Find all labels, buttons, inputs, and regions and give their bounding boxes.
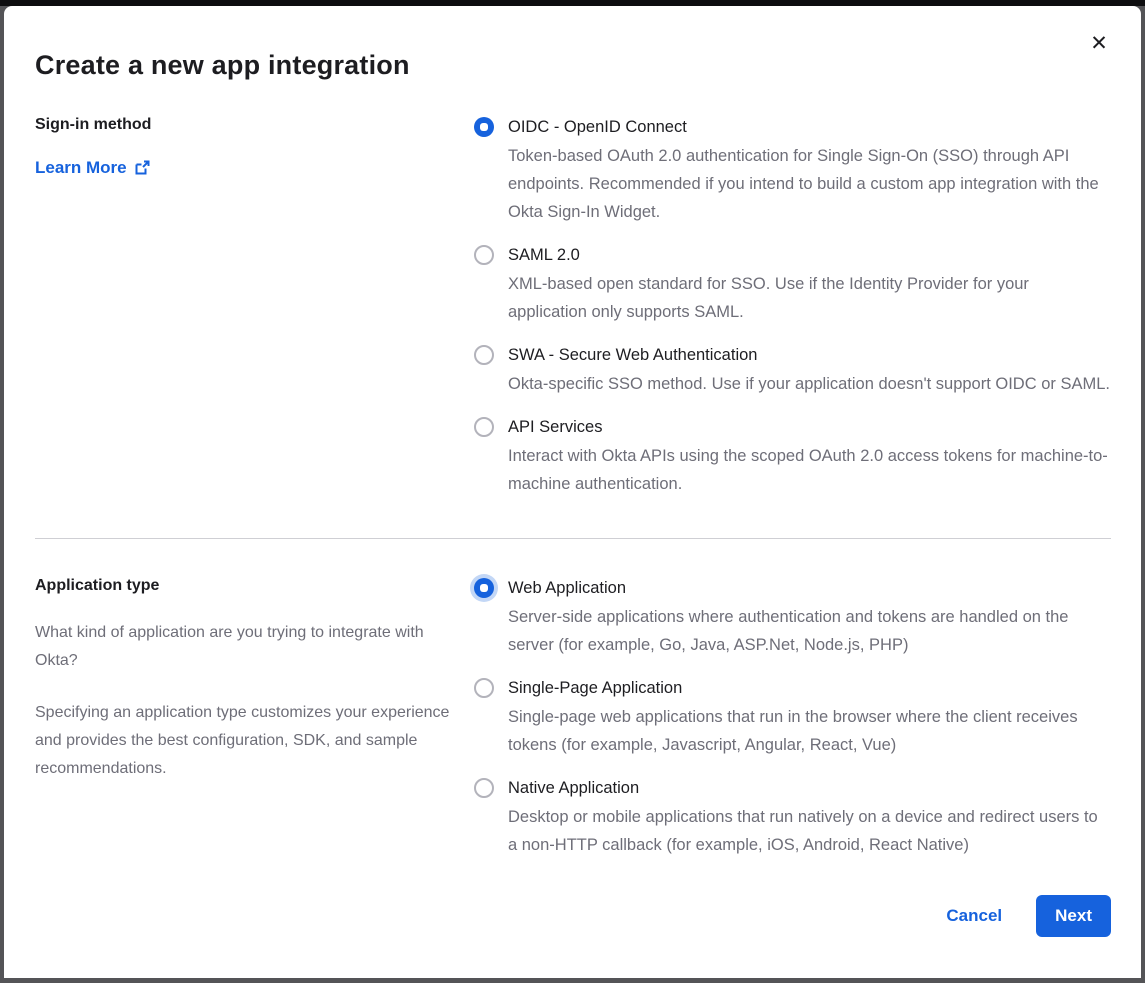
radio-selected-icon[interactable] xyxy=(474,578,494,598)
learn-more-link[interactable]: Learn More xyxy=(35,158,150,178)
create-app-integration-dialog: ✕ Create a new app integration Sign-in m… xyxy=(4,6,1141,978)
radio-option-label[interactable]: Web Application xyxy=(508,575,1111,601)
close-icon[interactable]: ✕ xyxy=(1083,28,1115,60)
radio-option-description: Server-side applications where authentic… xyxy=(508,603,1111,659)
application-type-label: Application type xyxy=(35,577,454,595)
radio-option-description: Token-based OAuth 2.0 authentication for… xyxy=(508,142,1111,226)
application-type-section: Application type What kind of applicatio… xyxy=(35,575,1111,859)
radio-option-oidc[interactable]: OIDC - OpenID Connect Token-based OAuth … xyxy=(474,114,1111,226)
radio-option-swa[interactable]: SWA - Secure Web Authentication Okta-spe… xyxy=(474,342,1111,398)
radio-option-label[interactable]: OIDC - OpenID Connect xyxy=(508,114,1111,140)
application-type-options: Web Application Server-side applications… xyxy=(474,575,1111,859)
application-type-help-text-2: Specifying an application type customize… xyxy=(35,699,454,783)
learn-more-label: Learn More xyxy=(35,158,127,178)
radio-option-description: Interact with Okta APIs using the scoped… xyxy=(508,442,1111,498)
radio-option-web-application[interactable]: Web Application Server-side applications… xyxy=(474,575,1111,659)
application-type-help-text-1: What kind of application are you trying … xyxy=(35,619,454,675)
radio-unselected-icon[interactable] xyxy=(474,345,494,365)
signin-method-section: Sign-in method Learn More OIDC - OpenID … xyxy=(35,114,1111,498)
cancel-button[interactable]: Cancel xyxy=(946,906,1002,926)
radio-option-label[interactable]: API Services xyxy=(508,414,1111,440)
next-button[interactable]: Next xyxy=(1036,895,1111,937)
radio-option-description: Desktop or mobile applications that run … xyxy=(508,803,1111,859)
application-type-left-column: Application type What kind of applicatio… xyxy=(35,575,474,859)
signin-method-label: Sign-in method xyxy=(35,116,454,134)
radio-selected-icon[interactable] xyxy=(474,117,494,137)
radio-option-single-page-application[interactable]: Single-Page Application Single-page web … xyxy=(474,675,1111,759)
section-divider xyxy=(35,538,1111,539)
radio-option-description: XML-based open standard for SSO. Use if … xyxy=(508,270,1111,326)
external-link-icon xyxy=(134,160,150,176)
dialog-footer: Cancel Next xyxy=(35,895,1111,937)
radio-option-native-application[interactable]: Native Application Desktop or mobile app… xyxy=(474,775,1111,859)
radio-unselected-icon[interactable] xyxy=(474,417,494,437)
radio-unselected-icon[interactable] xyxy=(474,678,494,698)
radio-option-description: Okta-specific SSO method. Use if your ap… xyxy=(508,370,1110,398)
signin-method-left-column: Sign-in method Learn More xyxy=(35,114,474,498)
radio-option-label[interactable]: SWA - Secure Web Authentication xyxy=(508,342,1110,368)
radio-option-label[interactable]: SAML 2.0 xyxy=(508,242,1111,268)
radio-unselected-icon[interactable] xyxy=(474,778,494,798)
radio-option-saml[interactable]: SAML 2.0 XML-based open standard for SSO… xyxy=(474,242,1111,326)
radio-option-description: Single-page web applications that run in… xyxy=(508,703,1111,759)
radio-option-label[interactable]: Native Application xyxy=(508,775,1111,801)
page-title: Create a new app integration xyxy=(35,50,1111,81)
radio-option-label[interactable]: Single-Page Application xyxy=(508,675,1111,701)
radio-option-api-services[interactable]: API Services Interact with Okta APIs usi… xyxy=(474,414,1111,498)
signin-method-options: OIDC - OpenID Connect Token-based OAuth … xyxy=(474,114,1111,498)
radio-unselected-icon[interactable] xyxy=(474,245,494,265)
